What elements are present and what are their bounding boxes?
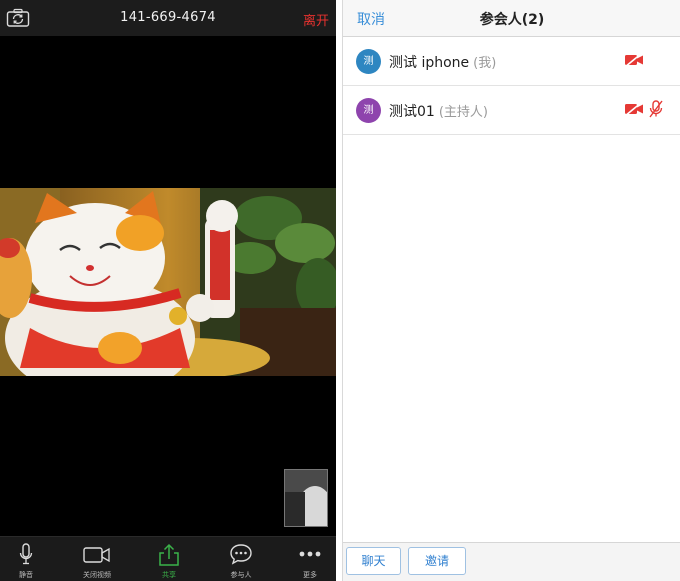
video-off-icon	[624, 52, 644, 72]
more-label: 更多	[303, 571, 317, 579]
participants-title: 参会人(2)	[479, 12, 545, 28]
participant-row[interactable]: 测 测试01 (主持人)	[343, 86, 680, 135]
self-view-thumbnail[interactable]	[284, 469, 328, 527]
share-icon	[159, 543, 179, 566]
participant-name-line: 测试 iphone (我)	[389, 52, 496, 72]
mic-muted-icon	[649, 100, 663, 122]
share-button[interactable]: 共享	[139, 537, 199, 581]
participant-row[interactable]: 测 测试 iphone (我)	[343, 37, 680, 86]
mute-label: 静音	[19, 571, 33, 579]
avatar: 测	[356, 49, 381, 74]
video-off-icon	[624, 101, 644, 121]
participants-label: 参与人	[230, 571, 252, 579]
participant-tag: (我)	[473, 56, 497, 71]
participants-panel: 取消 参会人(2) 测 测试 iphone (我) 测 测试01 (主持人) 聊…	[342, 0, 680, 581]
more-button[interactable]: 更多	[280, 537, 336, 581]
mute-button[interactable]: 静音	[0, 537, 56, 581]
more-icon	[299, 551, 321, 557]
meeting-screen: 141-669-4674 离开 静音 关闭视频 共享 参与人 更多	[0, 0, 336, 581]
chat-button[interactable]: 聊天	[346, 547, 401, 575]
meeting-toolbar: 静音 关闭视频 共享 参与人 更多	[0, 536, 336, 581]
participants-icon	[230, 544, 252, 565]
microphone-icon	[19, 543, 33, 565]
stop-video-button[interactable]: 关闭视频	[67, 537, 127, 581]
leave-button[interactable]: 离开	[303, 10, 329, 29]
participant-name: 测试01	[389, 104, 435, 120]
video-camera-icon	[83, 547, 110, 563]
avatar: 测	[356, 98, 381, 123]
stop-video-label: 关闭视频	[83, 571, 111, 579]
main-video-feed	[0, 188, 336, 376]
participant-tag: (主持人)	[438, 105, 488, 120]
lucky-cat-video-image	[0, 188, 336, 376]
participant-name-line: 测试01 (主持人)	[389, 101, 488, 121]
meeting-top-bar: 141-669-4674 离开	[0, 0, 336, 36]
share-label: 共享	[162, 571, 176, 579]
participants-button[interactable]: 参与人	[211, 537, 271, 581]
participants-footer: 聊天 邀请	[343, 542, 680, 581]
meeting-id: 141-669-4674	[120, 10, 216, 25]
participant-name: 测试 iphone	[389, 55, 470, 71]
participants-header: 取消 参会人(2)	[343, 0, 680, 37]
invite-button[interactable]: 邀请	[408, 547, 466, 575]
